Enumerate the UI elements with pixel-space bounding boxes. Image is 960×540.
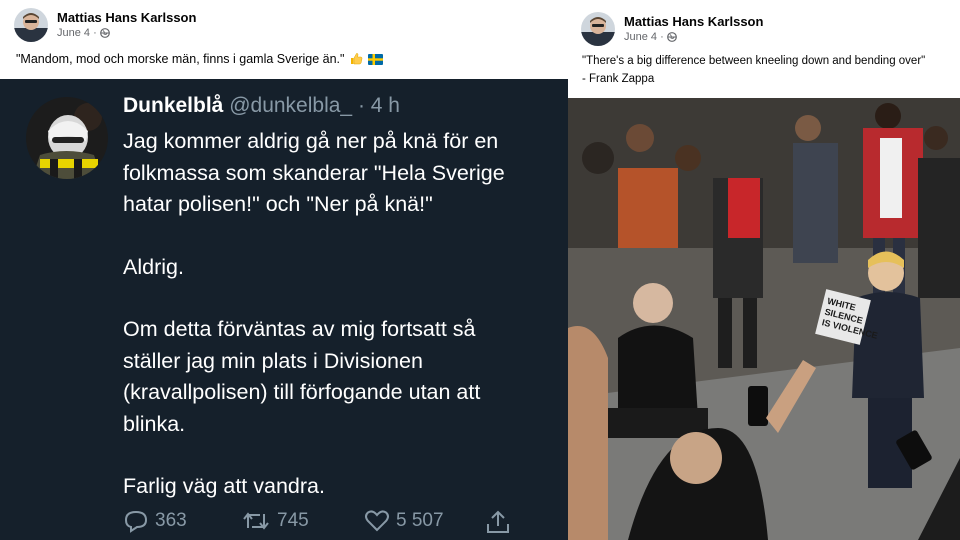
share-icon (487, 510, 509, 533)
author-name[interactable]: Mattias Hans Karlsson (624, 14, 763, 30)
heart-icon (365, 510, 389, 532)
reply-icon (124, 510, 148, 533)
tweet-paragraph: Om detta förväntas av mig fortsatt så st… (123, 317, 481, 436)
tweet-screenshot: Dunkelblå @dunkelbla_ · 4 h Jag kommer a… (0, 79, 568, 540)
tweet-paragraph: Jag kommer aldrig gå ner på knä för en f… (123, 129, 505, 216)
post-header: Mattias Hans Karlsson June 4 · (581, 12, 763, 46)
left-facebook-post: Mattias Hans Karlsson June 4 · "Mandom, … (0, 0, 568, 540)
post-header: Mattias Hans Karlsson June 4 · (14, 8, 196, 42)
post-quote: "Mandom, mod och morske män, finns i gam… (16, 52, 345, 66)
retweet-button[interactable]: 745 (241, 509, 309, 533)
post-date[interactable]: June 4 · (624, 30, 664, 44)
reply-count: 363 (155, 510, 187, 531)
retweet-count: 745 (277, 510, 309, 531)
tweet-author-line: Dunkelblå @dunkelbla_ · 4 h (123, 94, 400, 118)
tweet-avatar (26, 97, 108, 179)
right-facebook-post: Mattias Hans Karlsson June 4 · "There's … (568, 0, 960, 540)
post-attribution: - Frank Zappa (582, 73, 655, 85)
tweet-body: Jag kommer aldrig gå ner på knä för en f… (123, 126, 563, 503)
author-name[interactable]: Mattias Hans Karlsson (57, 10, 196, 26)
post-date[interactable]: June 4 · (57, 26, 97, 40)
author-avatar[interactable] (14, 8, 48, 42)
swedish-flag-icon (368, 54, 384, 65)
tweet-action-bar: 363 745 5 507 (123, 509, 563, 539)
tweet-paragraph: Aldrig. (123, 254, 184, 279)
globe-icon (99, 28, 110, 38)
tweet-display-name[interactable]: Dunkelblå (123, 94, 223, 117)
globe-icon (666, 32, 677, 42)
protest-photo[interactable]: WHITE SILENCE IS VIOLENCE (568, 98, 960, 540)
retweet-icon (243, 512, 269, 530)
post-quote: "There's a big difference between kneeli… (582, 55, 926, 67)
tweet-paragraph: Farlig väg att vandra. (123, 474, 325, 498)
author-avatar[interactable] (581, 12, 615, 46)
like-count: 5 507 (396, 510, 444, 531)
share-button[interactable] (485, 509, 511, 535)
reply-button[interactable]: 363 (123, 509, 187, 533)
like-button[interactable]: 5 507 (364, 509, 444, 533)
post-text: "Mandom, mod och morske män, finns i gam… (16, 52, 384, 66)
post-text: "There's a big difference between kneeli… (582, 52, 925, 88)
tweet-handle[interactable]: @dunkelbla_ · 4 h (229, 94, 400, 117)
thumbs-up-icon (350, 53, 363, 65)
